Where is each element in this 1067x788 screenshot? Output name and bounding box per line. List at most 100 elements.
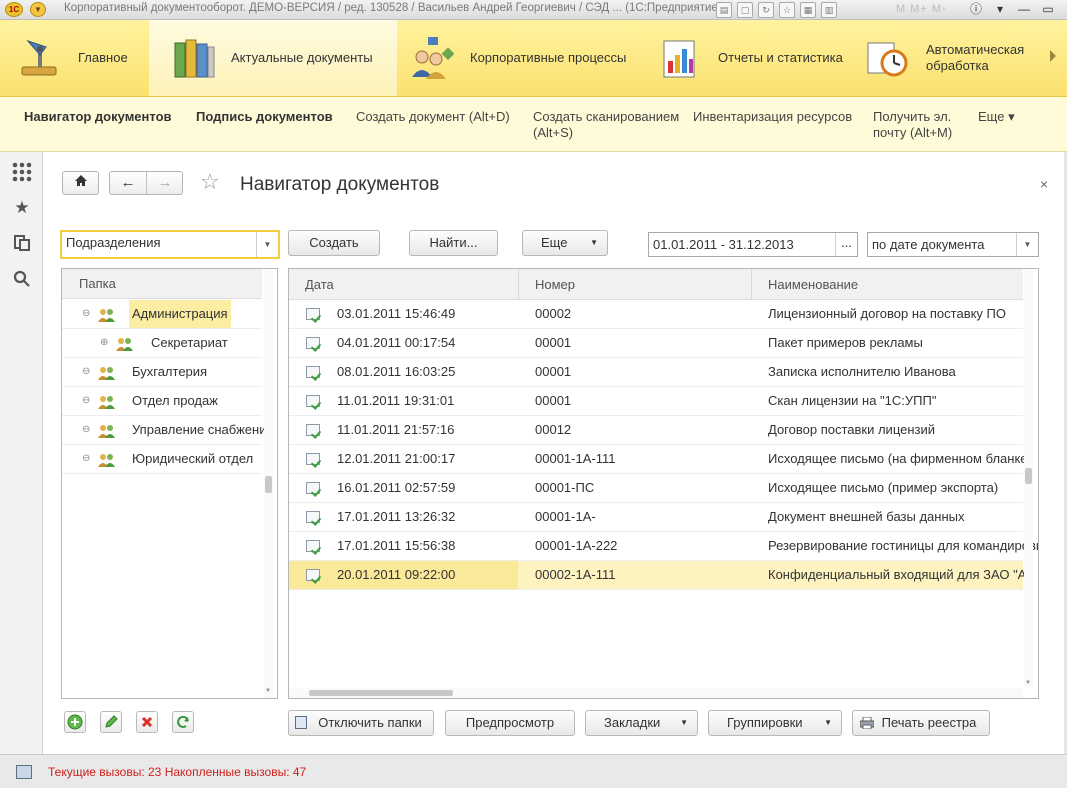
section-label: Отчеты и статистика [718,50,843,65]
section-corporate-processes[interactable]: Корпоративные процессы [410,20,650,96]
table-row[interactable]: 04.01.2011 00:17:54 00001 Пакет примеров… [289,329,1023,358]
table-row[interactable]: 11.01.2011 19:31:01 00001 Скан лицензии … [289,387,1023,416]
printer-icon [860,717,874,729]
tree-item-secretariat[interactable]: ⊕ Секретариат [62,329,262,358]
app-logo-icon[interactable]: 1С [5,2,23,17]
print-registry-button[interactable]: Печать реестра [852,710,990,736]
collapse-icon[interactable]: ⊖ [82,300,90,328]
tree-scroll-thumb[interactable] [265,476,272,493]
tree-item-accounting[interactable]: ⊖ Бухгалтерия [62,358,262,387]
delete-x-icon [141,716,153,728]
memory-buttons[interactable]: M M+ M- [896,3,947,15]
search-icon[interactable] [12,270,32,290]
favorite-star-icon[interactable]: ☆ [200,170,220,194]
minimize-icon[interactable]: ▾ [990,1,1010,18]
window-controls: ⓘ ▾ — ▭ ✕ [966,1,1067,18]
main-menu-icon[interactable]: ▼ [30,2,46,17]
cell-date: 16.01.2011 02:57:59 [337,480,456,495]
sort-mode-select[interactable]: по дате документа ▼ [867,232,1039,257]
groupings-dropdown-button[interactable]: Группировки ▼ [708,710,842,736]
collapse-icon[interactable]: ⊖ [82,387,90,415]
section-main[interactable]: Главное [18,20,148,96]
calendar-icon[interactable]: ▥ [821,2,837,18]
cmd-resource-inventory[interactable]: Инвентаризация ресурсов [693,109,852,125]
tree-scrollbar[interactable]: ▼ [264,269,273,698]
folder-type-select[interactable]: Подразделения ▼ [60,230,280,259]
delete-folder-button[interactable] [136,711,158,733]
cmd-sign-documents[interactable]: Подпись документов [196,109,333,125]
disable-folders-button[interactable]: Отключить папки [288,710,434,736]
period-select-button[interactable]: ... [835,233,857,256]
preview-icon[interactable]: ▢ [737,2,753,18]
find-button[interactable]: Найти... [409,230,498,256]
favorite-icon[interactable]: ☆ [779,2,795,18]
computer-status-icon[interactable] [16,765,32,779]
edit-folder-button[interactable] [100,711,122,733]
tree-header: Папка [62,269,262,299]
collapse-icon[interactable]: ⊖ [82,445,90,473]
table-scroll-thumb[interactable] [1025,468,1032,484]
forward-arrow-icon[interactable]: → [147,172,183,194]
folder-type-value: Подразделения [66,235,161,250]
collapse-icon[interactable]: ⊖ [82,358,90,386]
cell-number: 00001 [535,335,572,350]
refresh-icon[interactable]: ↻ [758,2,774,18]
print-icon[interactable]: ▤ [716,2,732,18]
tree-item-supply[interactable]: ⊖ Управление снабжения [62,416,274,445]
scroll-sections-right-icon[interactable] [1050,50,1056,62]
preview-button[interactable]: Предпросмотр [445,710,575,736]
table-hscroll-thumb[interactable] [309,690,453,696]
period-field[interactable]: 01.01.2011 - 31.12.2013 ... [648,232,858,257]
table-vertical-scrollbar[interactable]: ▼ [1024,269,1033,688]
column-number[interactable]: Номер [519,269,752,300]
tree-item-legal[interactable]: ⊖ Юридический отдел [62,445,262,474]
maximize-window-icon[interactable]: ▭ [1038,1,1058,18]
column-date[interactable]: Дата [289,269,519,300]
all-functions-grid-icon[interactable] [12,162,32,182]
chevron-down-icon[interactable]: ▼ [256,232,278,257]
cell-date: 04.01.2011 00:17:54 [337,335,456,350]
close-form-icon[interactable]: × [1040,176,1048,192]
scroll-down-icon[interactable]: ▼ [1025,680,1031,686]
table-row[interactable]: 11.01.2011 21:57:16 00012 Договор постав… [289,416,1023,445]
chevron-down-icon[interactable]: ▼ [1016,233,1038,256]
add-folder-button[interactable] [64,711,86,733]
more-dropdown-button[interactable]: Еще ▼ [522,230,608,256]
tree-item-sales[interactable]: ⊖ Отдел продаж [62,387,262,416]
cmd-more[interactable]: Еще ▾ [978,109,1015,125]
expand-icon[interactable]: ⊕ [100,329,108,357]
cmd-document-navigator[interactable]: Навигатор документов [24,109,172,125]
table-row[interactable]: 17.01.2011 15:56:38 00001-1А-222 Резерви… [289,532,1038,561]
bookmarks-dropdown-button[interactable]: Закладки ▼ [585,710,698,736]
info-icon[interactable]: ⓘ [966,1,986,18]
minimize-window-icon[interactable]: — [1014,1,1034,18]
calculator-icon[interactable]: ▦ [800,2,816,18]
cell-name: Исходящее письмо (пример экспорта) [768,480,999,495]
table-row[interactable]: 08.01.2011 16:03:25 00001 Записка исполн… [289,358,1023,387]
table-row[interactable]: 03.01.2011 15:46:49 00002 Лицензионный д… [289,300,1023,329]
home-button[interactable] [62,171,99,195]
reports-icon [658,35,704,81]
table-row[interactable]: 17.01.2011 13:26:32 00001-1А- Документ в… [289,503,1023,532]
scroll-down-icon[interactable]: ▼ [265,688,271,694]
create-button[interactable]: Создать [288,230,380,256]
section-reports[interactable]: Отчеты и статистика [658,20,848,96]
table-row-selected[interactable]: 20.01.2011 09:22:00 00002-1А-111 Конфиде… [289,561,1026,590]
refresh-tree-button[interactable] [172,711,194,733]
cmd-get-email[interactable]: Получить эл. почту (Alt+M) [873,109,973,141]
column-name[interactable]: Наименование [752,269,1023,300]
collapse-icon[interactable]: ⊖ [82,416,90,444]
cmd-create-document[interactable]: Создать документ (Alt+D) [356,109,510,125]
section-current-documents[interactable]: Актуальные документы [149,20,397,96]
close-window-icon[interactable]: ✕ [1062,1,1067,18]
section-automatic-processing[interactable]: Автоматическая обработка [864,20,1044,96]
table-horizontal-scrollbar[interactable] [289,688,1023,698]
tree-item-administration[interactable]: ⊖ Администрация [62,300,262,329]
back-arrow-icon[interactable]: ← [110,172,147,194]
favorites-star-icon[interactable]: ★ [12,198,32,218]
table-row[interactable]: 12.01.2011 21:00:17 00001-1А-111 Исходящ… [289,445,1032,474]
table-row[interactable]: 16.01.2011 02:57:59 00001-ПС Исходящее п… [289,474,1023,503]
cmd-create-by-scanning[interactable]: Создать сканированием (Alt+S) [533,109,683,141]
history-icon[interactable] [12,234,32,254]
cell-date: 11.01.2011 19:31:01 [337,393,455,408]
